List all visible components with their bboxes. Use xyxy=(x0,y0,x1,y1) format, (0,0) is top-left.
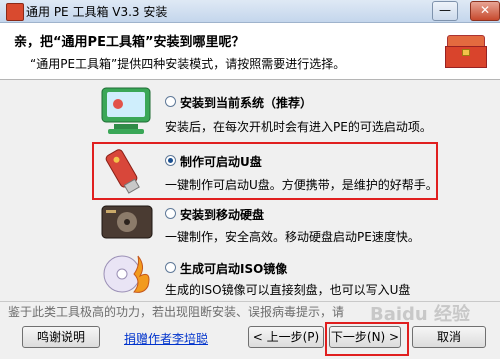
radio-install-current-system[interactable] xyxy=(165,96,176,107)
donate-link[interactable]: 捐赠作者李培聪 xyxy=(124,330,208,347)
window-title: 通用 PE 工具箱 V3.3 安装 xyxy=(26,5,168,19)
title-bar: 通用 PE 工具箱 V3.3 安装 — ✕ xyxy=(0,0,500,23)
prev-button[interactable]: < 上一步(P) xyxy=(248,326,324,348)
thanks-button[interactable]: 鸣谢说明 xyxy=(22,326,100,348)
option-description: 一键制作，安全高效。移动硬盘启动PE速度快。 xyxy=(165,230,420,244)
cancel-button[interactable]: 取消 xyxy=(412,326,486,348)
computer-icon xyxy=(101,87,151,134)
cd-burn-icon xyxy=(103,255,150,293)
option-label: 安装到移动硬盘 xyxy=(180,208,265,222)
selection-highlight-box xyxy=(92,142,438,200)
next-highlight-box xyxy=(325,322,409,356)
minimize-button[interactable]: — xyxy=(432,1,458,21)
option-label: 安装到当前系统（推荐） xyxy=(180,96,313,110)
app-icon xyxy=(6,3,24,21)
option-description: 安装后，在每次开机时会有进入PE的可选启动项。 xyxy=(165,120,432,134)
radio-install-to-external-hdd[interactable] xyxy=(165,208,176,219)
page-subheading: “通用PE工具箱”提供四种安装模式，请按照需要进行选择。 xyxy=(30,57,346,71)
close-button[interactable]: ✕ xyxy=(470,1,500,21)
header-panel: 亲，把“通用PE工具箱”安装到哪里呢？ “通用PE工具箱”提供四种安装模式，请按… xyxy=(0,23,500,80)
hard-disk-icon xyxy=(101,205,153,239)
option-description: 生成的ISO镜像可以直接刻盘，也可以写入U盘 xyxy=(165,283,411,297)
radio-create-bootable-iso[interactable] xyxy=(165,262,176,273)
page-heading: 亲，把“通用PE工具箱”安装到哪里呢？ xyxy=(14,35,245,50)
toolbox-icon xyxy=(445,33,487,69)
footer-notice: 鉴于此类工具极高的功力，若出现阻断安装、误报病毒提示，请 xyxy=(8,305,345,319)
option-label: 生成可启动ISO镜像 xyxy=(180,262,288,276)
